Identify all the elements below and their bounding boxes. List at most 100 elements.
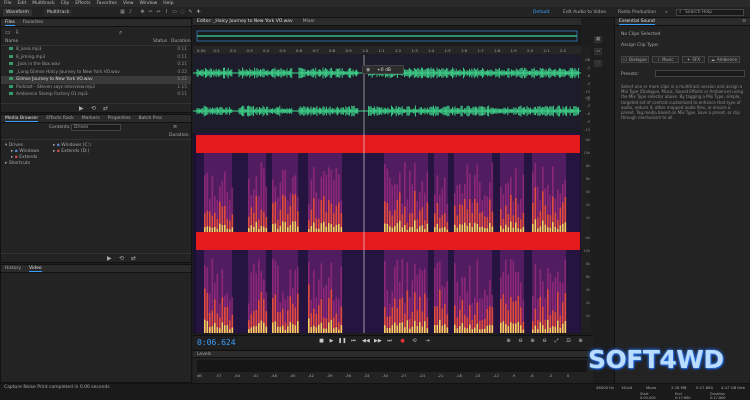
file-row[interactable]: _Long Glimse Halcy Journey to New York V… <box>1 69 191 77</box>
menu-favorites[interactable]: Favorites <box>97 1 117 6</box>
menu-help[interactable]: Help <box>163 1 173 6</box>
level-scale-label: 0 <box>567 374 570 378</box>
open-file-icon[interactable]: ▭ <box>5 29 11 36</box>
spot-healing-tool-icon[interactable]: ✚ <box>196 9 201 16</box>
tab-markers[interactable]: Markers <box>82 116 100 121</box>
file-row[interactable]: _Jack in the Box.wav 0:21 <box>1 61 191 69</box>
go-to-end-button[interactable]: ⏭ <box>386 338 393 345</box>
go-to-start-button[interactable]: ⏮ <box>350 338 357 345</box>
contents-dropdown[interactable]: Drives <box>71 124 121 131</box>
media-menu-icon[interactable]: ≡ <box>173 124 177 130</box>
zoom-in-time-icon[interactable]: ⊕ <box>529 338 536 345</box>
hud-gain-control[interactable]: ◉ +0 dB <box>362 65 404 74</box>
play-button[interactable]: ▶ <box>328 338 335 345</box>
selection-value[interactable]: 0:17.660 <box>675 396 691 400</box>
tab-editor[interactable]: Editor: _Halcy Journey to New York VO.wa… <box>197 19 293 24</box>
autoplay-icon[interactable]: ⇄ <box>131 255 136 262</box>
file-row[interactable]: Glimse Journey to New York VO.wav 0:22 <box>1 76 191 84</box>
waveform-mode-button[interactable]: Waveform <box>3 9 32 16</box>
loop-preview-icon[interactable]: ⟲ <box>91 105 96 112</box>
tab-history[interactable]: History <box>5 266 21 271</box>
tab-video[interactable]: Video <box>29 266 42 272</box>
marquee-tool-icon[interactable]: ▭ <box>172 9 177 16</box>
time-selection-tool-icon[interactable]: I <box>164 9 169 16</box>
lasso-tool-icon[interactable]: ◌ <box>180 9 185 16</box>
column-name[interactable]: Name <box>5 39 18 44</box>
play-preview-icon[interactable]: ▶ <box>107 255 112 262</box>
zoom-in-amplitude-icon[interactable]: ⊕ <box>505 338 512 345</box>
menu-multitrack[interactable]: Multitrack <box>32 1 54 6</box>
workspace-radio-production[interactable]: Radio Production <box>618 9 656 16</box>
spectral-display-icon[interactable]: ▦ <box>120 9 125 16</box>
multitrack-mode-button[interactable]: Multitrack <box>44 9 73 16</box>
menu-view[interactable]: View <box>123 1 134 6</box>
autoplay-icon[interactable]: ⇄ <box>103 105 108 112</box>
presets-dropdown[interactable] <box>655 70 745 77</box>
zoom-in-left-icon[interactable]: ⊕ <box>577 338 584 345</box>
db-label: -9 <box>586 120 591 124</box>
file-row[interactable]: Ambience Stomp Factory 01.mp3 0:11 <box>1 91 191 99</box>
selection-value[interactable]: 0:00.000 <box>640 396 656 400</box>
menu-edit[interactable]: Edit <box>18 1 27 6</box>
dialogue-type-button[interactable]: ☐ Dialogue <box>621 56 649 63</box>
tab-effects-rack[interactable]: Effects Rack <box>46 116 74 121</box>
skip-selection-button[interactable]: ⇥ <box>424 338 431 345</box>
menu-clip[interactable]: Clip <box>61 1 70 6</box>
spectral-display[interactable] <box>193 133 581 333</box>
stop-button[interactable]: ■ <box>318 338 325 345</box>
zoom-out-amplitude-icon[interactable]: ⊖ <box>517 338 524 345</box>
fast-forward-button[interactable]: ▶▶ <box>374 338 382 345</box>
column-duration[interactable]: Duration <box>171 39 191 44</box>
spectral-tool-1[interactable]: ▦ <box>594 36 602 43</box>
menu-window[interactable]: Window <box>140 1 158 6</box>
file-row[interactable]: Podcast - Steven says interview.mp3 1:15 <box>1 84 191 92</box>
slip-tool-icon[interactable]: ↔ <box>156 9 161 16</box>
record-button[interactable]: ● <box>399 338 406 345</box>
tree-shortcuts[interactable]: ▸ Shortcuts <box>5 161 53 167</box>
pitch-display-icon[interactable]: ♪ <box>128 9 133 16</box>
music-type-button[interactable]: ♪ Music <box>652 56 679 63</box>
menu-effects[interactable]: Effects <box>75 1 90 6</box>
tab-media-browser[interactable]: Media Browser <box>5 116 39 122</box>
ruler-mark: 0:7 <box>312 48 319 53</box>
drive-row-extends[interactable]: ▸ ▪ Extends (D:) <box>53 149 153 155</box>
loop-playback-button[interactable]: ⟲ <box>411 338 418 345</box>
file-row[interactable]: 8_jiming.mp3 0:11 <box>1 54 191 62</box>
workspace-menu-icon[interactable]: » <box>665 9 668 16</box>
panel-menu-icon[interactable]: ≡ <box>742 19 746 24</box>
move-tool-icon[interactable]: ✥ <box>140 9 145 16</box>
overview-navigator[interactable] <box>193 27 581 45</box>
tab-batch-proc[interactable]: Batch Proc <box>138 116 162 121</box>
level-scale-label: -57 <box>215 374 222 378</box>
loop-preview-icon[interactable]: ⟲ <box>119 255 124 262</box>
razor-tool-icon[interactable]: ✂ <box>148 9 153 16</box>
tab-files[interactable]: Files <box>5 20 15 26</box>
sfx-type-button[interactable]: ✦ SFX <box>682 56 705 63</box>
selection-value[interactable]: 0:17.660 <box>710 396 726 400</box>
ambience-type-button[interactable]: ☁ Ambience <box>708 56 740 63</box>
search-help-input[interactable]: ⌕ Search Help <box>676 9 744 16</box>
pause-button[interactable]: ❚❚ <box>338 338 346 345</box>
rewind-button[interactable]: ◀◀ <box>362 338 370 345</box>
search-files-icon[interactable]: ⌕ <box>119 29 122 37</box>
column-status[interactable]: Status <box>153 39 167 44</box>
tab-favorites[interactable]: Favorites <box>23 20 43 25</box>
spectral-tool-3[interactable]: ◌ <box>594 60 602 67</box>
time-ruler[interactable]: 0:00 0:1 0:2 0:3 0:4 0:5 0:6 0:7 0:8 0:9 1:0 1:1 1:2… <box>193 46 581 54</box>
hud-knob-icon[interactable]: ◉ <box>366 67 370 73</box>
play-preview-icon[interactable]: ▶ <box>79 105 84 112</box>
workspace-edit-audio-to-video[interactable]: Edit Audio to Video <box>563 9 606 16</box>
zoom-out-time-icon[interactable]: ⊖ <box>541 338 548 345</box>
menu-file[interactable]: File <box>4 1 12 6</box>
file-info-item: Mono <box>646 385 657 390</box>
current-time-display[interactable]: 0:06.624 <box>197 338 236 347</box>
file-row[interactable]: 8_area.mp3 0:11 <box>1 46 191 54</box>
tab-properties[interactable]: Properties <box>108 116 131 121</box>
workspace-default[interactable]: Default <box>533 9 549 16</box>
tab-mixer[interactable]: Mixer <box>303 19 315 24</box>
brush-tool-icon[interactable]: ✎ <box>188 9 193 16</box>
spectral-tool-2[interactable]: ▭ <box>594 48 602 55</box>
zoom-selection-icon[interactable]: ⊡ <box>565 338 572 345</box>
import-file-icon[interactable]: ⇩ <box>15 29 20 36</box>
zoom-full-icon[interactable]: ⤢ <box>553 338 560 345</box>
